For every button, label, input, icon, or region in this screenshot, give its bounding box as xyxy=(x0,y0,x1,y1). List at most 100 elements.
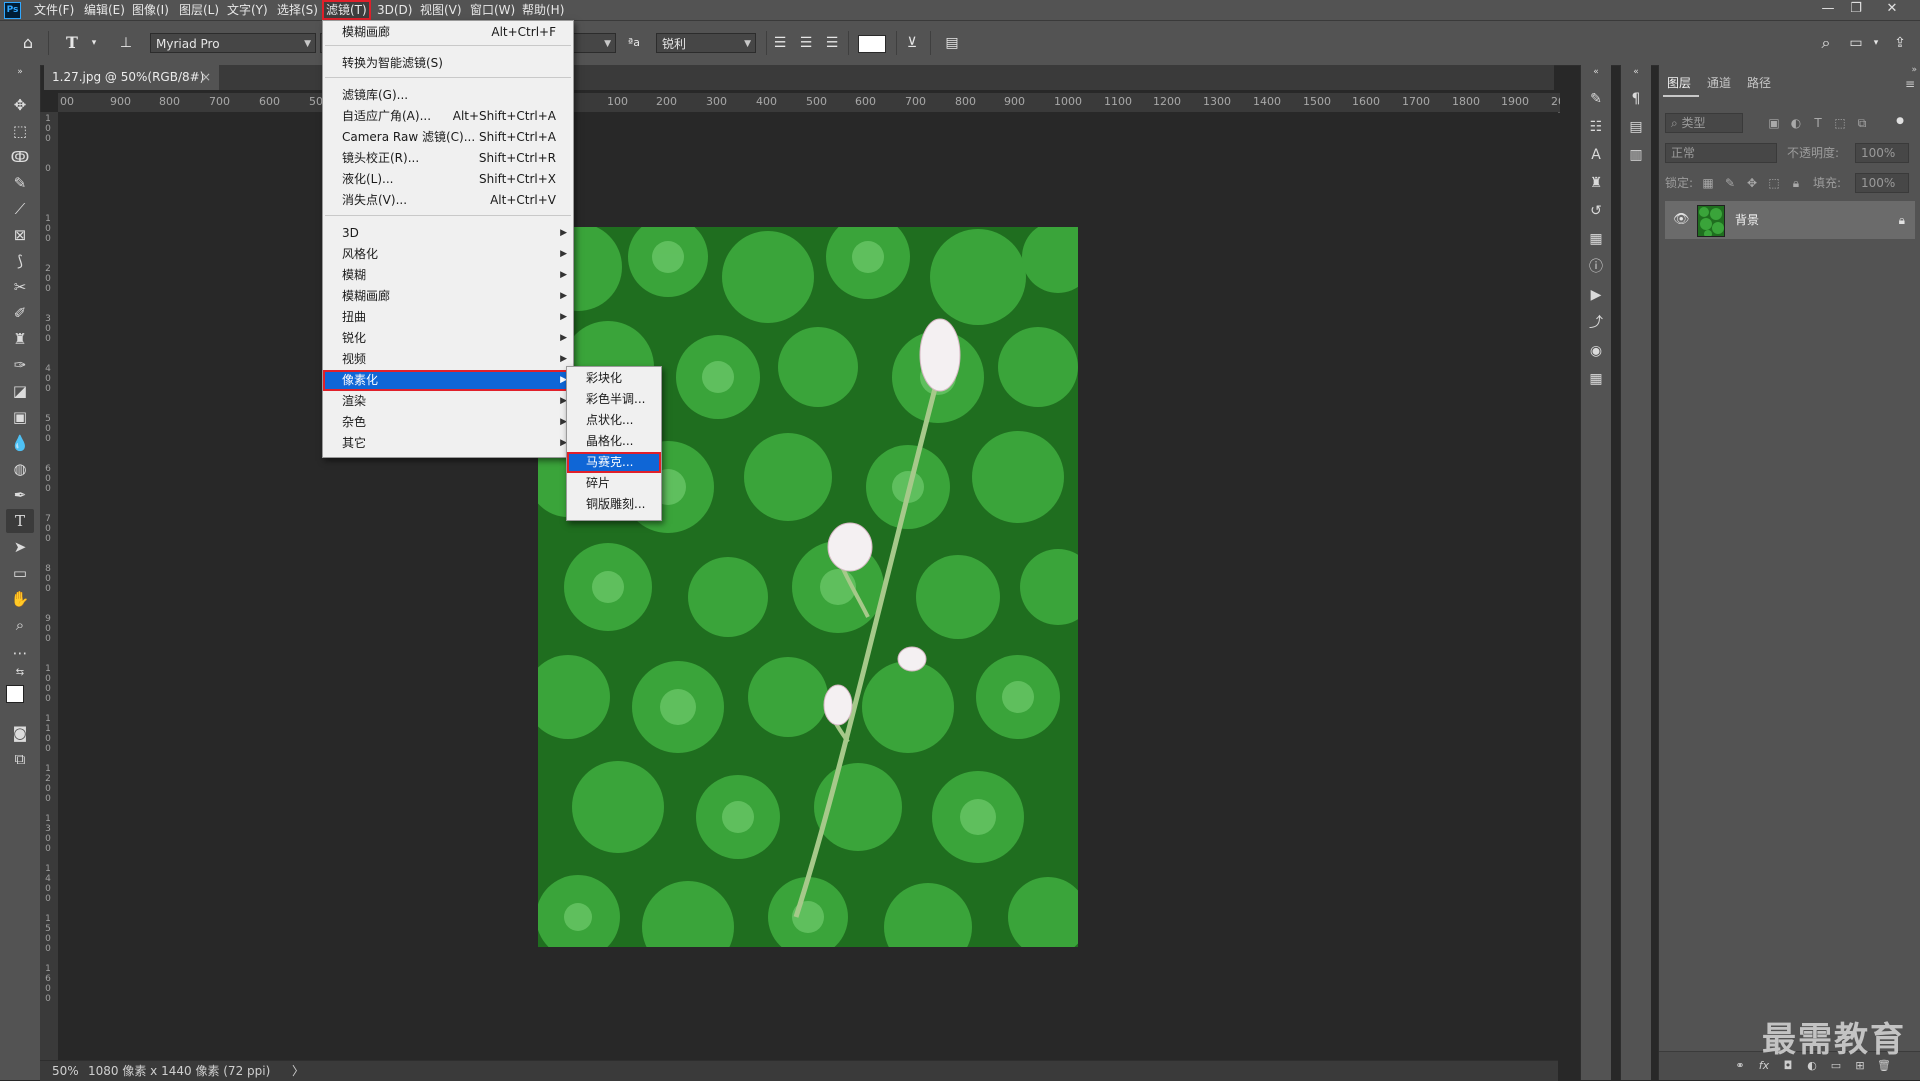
menu-filter[interactable]: 滤镜(T) xyxy=(322,0,371,20)
hand-tool-icon[interactable]: ✋ xyxy=(6,587,34,611)
type-tool-icon[interactable]: T xyxy=(6,509,34,533)
filter-shape-icon[interactable]: ⬚ xyxy=(1831,113,1849,133)
zoom-tool-icon[interactable]: ⌕ xyxy=(6,613,34,637)
more-tools-icon[interactable]: ⋯ xyxy=(6,641,34,665)
lock-position-icon[interactable]: ✥ xyxy=(1743,173,1761,193)
panel-menu-icon[interactable]: ≡ xyxy=(1905,77,1915,91)
foreground-color-swatch[interactable] xyxy=(6,685,24,703)
menu-item-video[interactable]: 视频 ▶ xyxy=(323,349,573,370)
blend-mode-select[interactable]: 正常 xyxy=(1665,143,1777,163)
chevron-down-icon[interactable]: ▾ xyxy=(1864,31,1888,55)
menu-item-vanishing-point[interactable]: 消失点(V)... Alt+Ctrl+V xyxy=(323,190,573,211)
menu-item-blur[interactable]: 模糊 ▶ xyxy=(323,265,573,286)
tab-paths[interactable]: 路径 xyxy=(1743,73,1775,93)
warp-text-icon[interactable]: ⊻ xyxy=(900,31,924,55)
lasso-tool-icon[interactable]: ↂ xyxy=(6,145,34,169)
menu-window[interactable]: 窗口(W) xyxy=(466,0,519,20)
status-menu-arrow[interactable]: 〉 xyxy=(292,1061,304,1081)
eraser-tool-icon[interactable]: ◪ xyxy=(6,379,34,403)
menu-item-distort[interactable]: 扭曲 ▶ xyxy=(323,307,573,328)
menu-select[interactable]: 选择(S) xyxy=(273,0,322,20)
menu-item-sharpen[interactable]: 锐化 ▶ xyxy=(323,328,573,349)
menu-item-pixelate[interactable]: 像素化 ▶ xyxy=(323,370,573,391)
search-icon[interactable]: ⌕ xyxy=(1814,31,1838,55)
lock-icon[interactable]: 🔒︎ xyxy=(1899,201,1905,239)
align-center-icon[interactable]: ☰ xyxy=(794,31,818,55)
photoshop-logo-icon[interactable]: Ps xyxy=(4,2,21,19)
brush-settings-icon[interactable]: ✎ xyxy=(1584,87,1608,111)
menu-view[interactable]: 视图(V) xyxy=(416,0,466,20)
adjustments-icon[interactable]: ☷ xyxy=(1584,115,1608,139)
lock-transparent-icon[interactable]: ▦ xyxy=(1699,173,1717,193)
text-tool-preset-icon[interactable]: T xyxy=(60,31,84,55)
filter-pixel-icon[interactable]: ▣ xyxy=(1765,113,1783,133)
text-orientation-icon[interactable]: ⊥ xyxy=(114,31,138,55)
chevron-down-icon[interactable]: ▾ xyxy=(82,31,106,55)
path-selection-tool-icon[interactable]: ➤ xyxy=(6,535,34,559)
swap-colors-icon[interactable]: ⇆ xyxy=(6,665,34,681)
menu-3d[interactable]: 3D(D) xyxy=(373,0,416,20)
submenu-item-color-halftone[interactable]: 彩色半调... xyxy=(567,389,661,410)
menu-item-convert-smart-filter[interactable]: 转换为智能滤镜(S) xyxy=(323,53,573,74)
character-panel-icon[interactable]: ▤ xyxy=(940,31,964,55)
menu-item-liquify[interactable]: 液化(L)... Shift+Ctrl+X xyxy=(323,169,573,190)
eyedropper-tool-icon[interactable]: ⟆ xyxy=(6,249,34,273)
eye-icon[interactable]: 👁︎ xyxy=(1673,201,1690,239)
menu-item-render[interactable]: 渲染 ▶ xyxy=(323,391,573,412)
clone-stamp-tool-icon[interactable]: ♜ xyxy=(6,327,34,351)
menu-item-camera-raw[interactable]: Camera Raw 滤镜(C)... Shift+Ctrl+A xyxy=(323,127,573,148)
menu-layer[interactable]: 图层(L) xyxy=(175,0,223,20)
magic-wand-tool-icon[interactable]: ⟋ xyxy=(6,197,34,221)
submenu-item-crystallize[interactable]: 晶格化... xyxy=(567,431,661,452)
dodge-tool-icon[interactable]: ◍ xyxy=(6,457,34,481)
tab-channels[interactable]: 通道 xyxy=(1703,73,1735,93)
align-right-icon[interactable]: ☰ xyxy=(820,31,844,55)
libraries-icon[interactable]: ▦ xyxy=(1584,227,1608,251)
menu-item-blur-gallery[interactable]: 模糊画廊 Alt+Ctrl+F xyxy=(323,22,573,43)
screen-mode-icon[interactable]: ⧉ xyxy=(6,747,34,771)
menu-item-other[interactable]: 其它 ▶ xyxy=(323,433,573,454)
document-tab[interactable]: 1.27.jpg @ 50%(RGB/8#) × xyxy=(44,65,219,90)
collapse-panel-icon[interactable]: « xyxy=(1584,65,1608,79)
minimize-button[interactable]: — xyxy=(1814,0,1842,20)
quick-selection-tool-icon[interactable]: ✎ xyxy=(6,171,34,195)
submenu-item-facet[interactable]: 彩块化 xyxy=(567,368,661,389)
menu-help[interactable]: 帮助(H) xyxy=(518,0,568,20)
color-icon[interactable]: ◉ xyxy=(1584,339,1608,363)
menu-type[interactable]: 文字(Y) xyxy=(223,0,272,20)
home-icon[interactable]: ⌂ xyxy=(16,31,40,55)
menu-item-adaptive-wide-angle[interactable]: 自适应广角(A)... Alt+Shift+Ctrl+A xyxy=(323,106,573,127)
clone-source-icon[interactable]: ♜ xyxy=(1584,171,1608,195)
gradient-tool-icon[interactable]: ▣ xyxy=(6,405,34,429)
menu-item-lens-correction[interactable]: 镜头校正(R)... Shift+Ctrl+R xyxy=(323,148,573,169)
collapse-panel-icon[interactable]: « xyxy=(1624,65,1648,79)
pen-tool-icon[interactable]: ✒ xyxy=(6,483,34,507)
tab-layers[interactable]: 图层 xyxy=(1663,73,1695,93)
font-size-select[interactable]: ▼ xyxy=(570,33,616,53)
restore-button[interactable]: ❐ xyxy=(1842,0,1870,20)
opacity-field[interactable]: 100% xyxy=(1855,143,1909,163)
swatches-icon[interactable]: ▦ xyxy=(1584,367,1608,391)
layer-filter-select[interactable]: ⌕ 类型 xyxy=(1665,113,1743,133)
document-image[interactable] xyxy=(538,227,1078,947)
marquee-tool-icon[interactable]: ⬚ xyxy=(6,119,34,143)
link-layers-icon[interactable]: ⚭ xyxy=(1731,1057,1749,1075)
menu-item-noise[interactable]: 杂色 ▶ xyxy=(323,412,573,433)
filter-type-icon[interactable]: T xyxy=(1809,113,1827,133)
character-icon[interactable]: A xyxy=(1584,143,1608,167)
expand-panel-icon[interactable]: » xyxy=(6,65,34,79)
lock-all-icon[interactable]: 🔒︎ xyxy=(1787,173,1805,193)
filter-smart-object-icon[interactable]: ⧉ xyxy=(1853,113,1871,133)
blur-tool-icon[interactable]: 💧 xyxy=(6,431,34,455)
move-tool-icon[interactable]: ✥ xyxy=(6,93,34,117)
actions-play-icon[interactable]: ▶ xyxy=(1584,283,1608,307)
lock-artboard-icon[interactable]: ⬚ xyxy=(1765,173,1783,193)
anti-alias-select[interactable]: 锐利 ▼ xyxy=(656,33,756,53)
menu-item-blur-gallery-sub[interactable]: 模糊画廊 ▶ xyxy=(323,286,573,307)
info-icon[interactable]: ⓘ xyxy=(1584,255,1608,279)
submenu-item-fragment[interactable]: 碎片 xyxy=(567,473,661,494)
menu-file[interactable]: 文件(F) xyxy=(30,0,78,20)
lock-image-icon[interactable]: ✎ xyxy=(1721,173,1739,193)
submenu-item-pointillize[interactable]: 点状化... xyxy=(567,410,661,431)
font-family-select[interactable]: Myriad Pro ▼ xyxy=(150,33,316,53)
